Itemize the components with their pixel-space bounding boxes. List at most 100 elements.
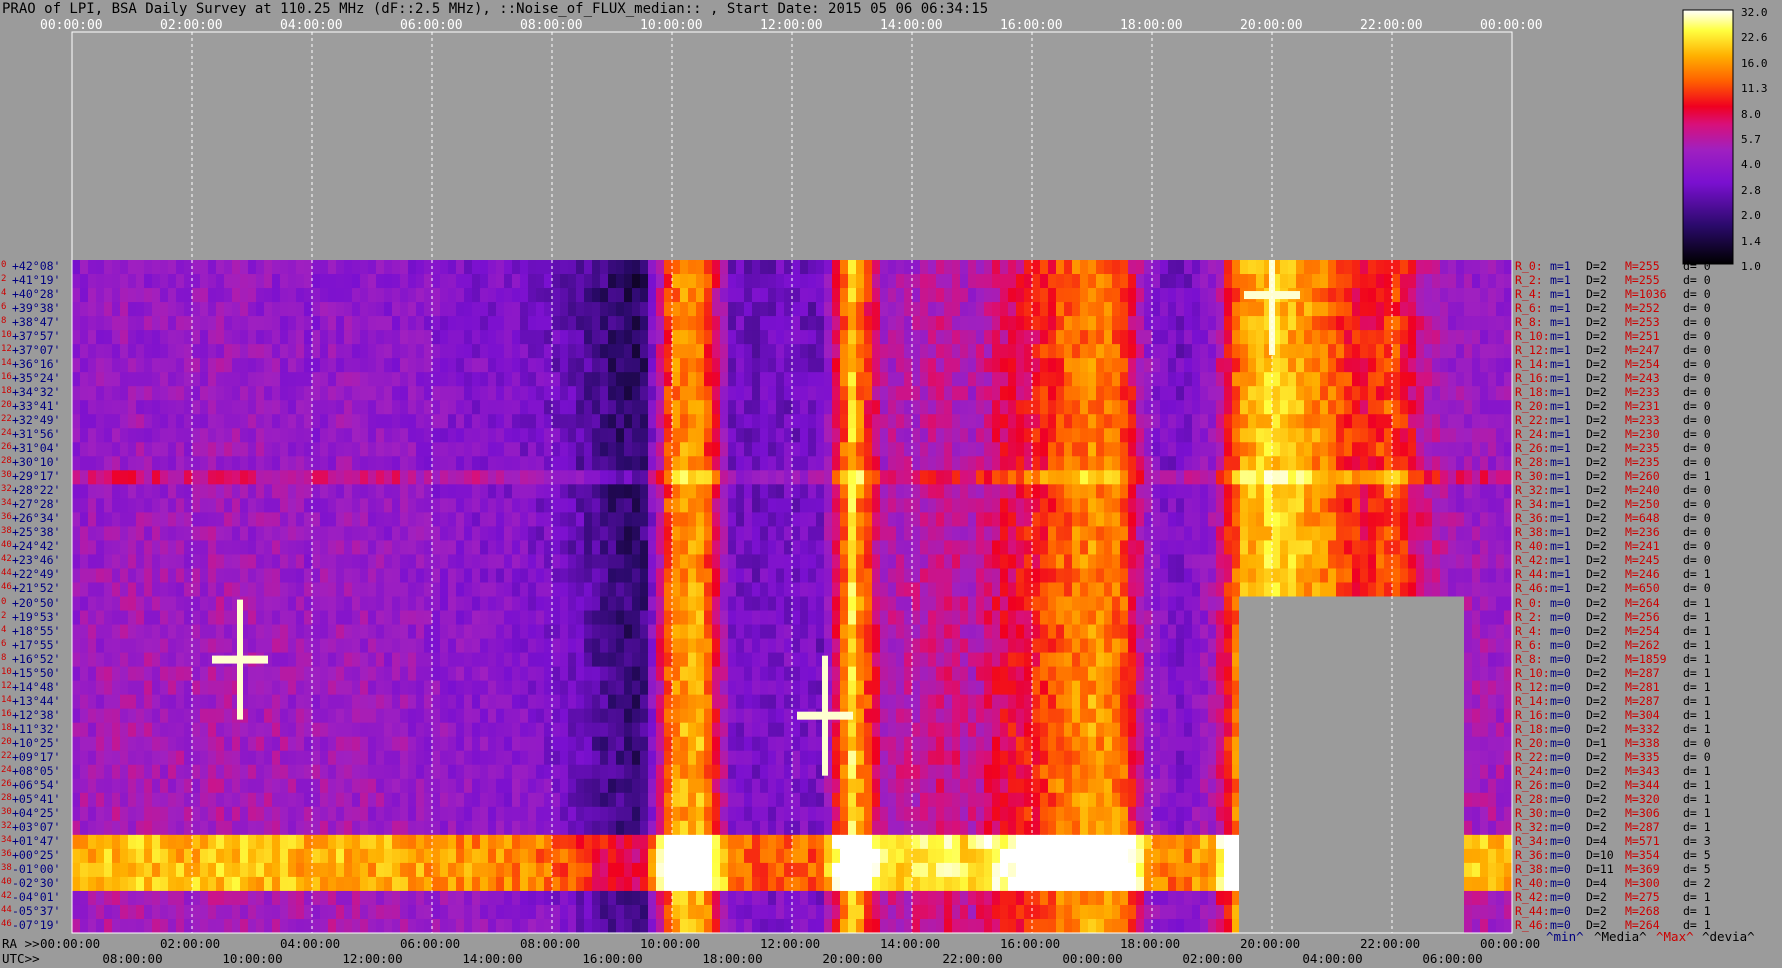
heatmap-cell [1208,526,1217,542]
heatmap-cell [1504,526,1512,542]
heatmap-cell [1272,554,1281,570]
heatmap-cell [424,554,433,570]
heatmap-cell [296,526,305,542]
heatmap-cell [1344,414,1353,429]
heatmap-cell [1472,414,1481,429]
heatmap-cell [1504,498,1512,513]
heatmap-cell [416,386,425,401]
heatmap-cell [1192,470,1201,485]
heatmap-cell [368,582,377,598]
heatmap-cell [1080,610,1089,626]
heatmap-cell [392,610,401,626]
heatmap-cell [712,274,721,289]
heatmap-cell [224,442,233,457]
heatmap-cell [616,470,625,485]
heatmap-cell [640,260,649,275]
heatmap-cell [1360,540,1369,556]
heatmap-cell [912,260,921,275]
heatmap-cell [1192,498,1201,513]
heatmap-cell [480,428,489,443]
heatmap-cell [144,624,153,640]
heatmap-cell [912,484,921,499]
heatmap-cell [608,624,617,640]
heatmap-cell [1280,400,1289,415]
heatmap-cell [344,568,353,584]
heatmap-cell [512,512,521,527]
heatmap-cell [824,554,833,570]
heatmap-cell [1040,456,1049,471]
heatmap-cell [1408,554,1417,570]
heatmap-cell [1416,582,1425,598]
heatmap-cell [712,386,721,401]
heatmap-cell [272,386,281,401]
heatmap-cell [288,624,297,640]
heatmap-cell [888,288,897,303]
heatmap-cell [1096,358,1105,373]
heatmap-cell [536,638,545,654]
heatmap-cell [264,358,273,373]
heatmap-cell [208,260,217,275]
heatmap-cell [928,568,937,584]
heatmap-cell [1040,568,1049,584]
heatmap-cell [832,498,841,513]
heatmap-cell [800,596,809,612]
heatmap-cell [72,512,81,527]
heatmap-cell [256,358,265,373]
heatmap-cell [1152,526,1161,542]
heatmap-cell [1024,596,1033,612]
heatmap-cell [512,610,521,626]
heatmap-cell [592,540,601,556]
heatmap-cell [1120,400,1129,415]
heatmap-cell [544,554,553,570]
heatmap-cell [752,624,761,640]
heatmap-cell [632,330,641,345]
heatmap-cell [1432,316,1441,331]
heatmap-cell [688,386,697,401]
heatmap-cell [552,344,561,359]
heatmap-cell [816,316,825,331]
heatmap-cell [448,260,457,275]
heatmap-cell [512,316,521,331]
heatmap-cell [992,624,1001,640]
heatmap-cell [256,414,265,429]
heatmap-cell [824,456,833,471]
heatmap-cell [432,372,441,387]
heatmap-cell [1448,526,1457,542]
heatmap-cell [224,554,233,570]
heatmap-cell [352,372,361,387]
heatmap-cell [632,498,641,513]
heatmap-cell [1272,428,1281,443]
heatmap-cell [312,596,321,612]
heatmap-cell [1296,484,1305,499]
heatmap-cell [1448,260,1457,275]
heatmap-cell [872,498,881,513]
heatmap-cell [528,330,537,345]
heatmap-cell [384,498,393,513]
heatmap-cell [736,470,745,485]
heatmap-cell [96,344,105,359]
heatmap-cell [1392,344,1401,359]
heatmap-cell [288,316,297,331]
heatmap-cell [768,638,777,654]
heatmap-cell [280,316,289,331]
heatmap-cell [1416,344,1425,359]
heatmap-cell [184,596,193,612]
heatmap-cell [784,484,793,499]
heatmap-cell [1464,344,1473,359]
heatmap-cell [440,484,449,499]
heatmap-cell [1480,330,1489,345]
heatmap-cell [1352,386,1361,401]
heatmap-cell [1104,400,1113,415]
heatmap-cell [936,596,945,612]
heatmap-cell [904,568,913,584]
heatmap-cell [1000,330,1009,345]
heatmap-cell [1216,470,1225,485]
heatmap-cell [400,274,409,289]
heatmap-cell [776,344,785,359]
heatmap-cell [560,624,569,640]
heatmap-cell [424,260,433,275]
heatmap-cell [448,316,457,331]
heatmap-cell [640,526,649,542]
heatmap-cell [1160,274,1169,289]
heatmap-cell [752,274,761,289]
